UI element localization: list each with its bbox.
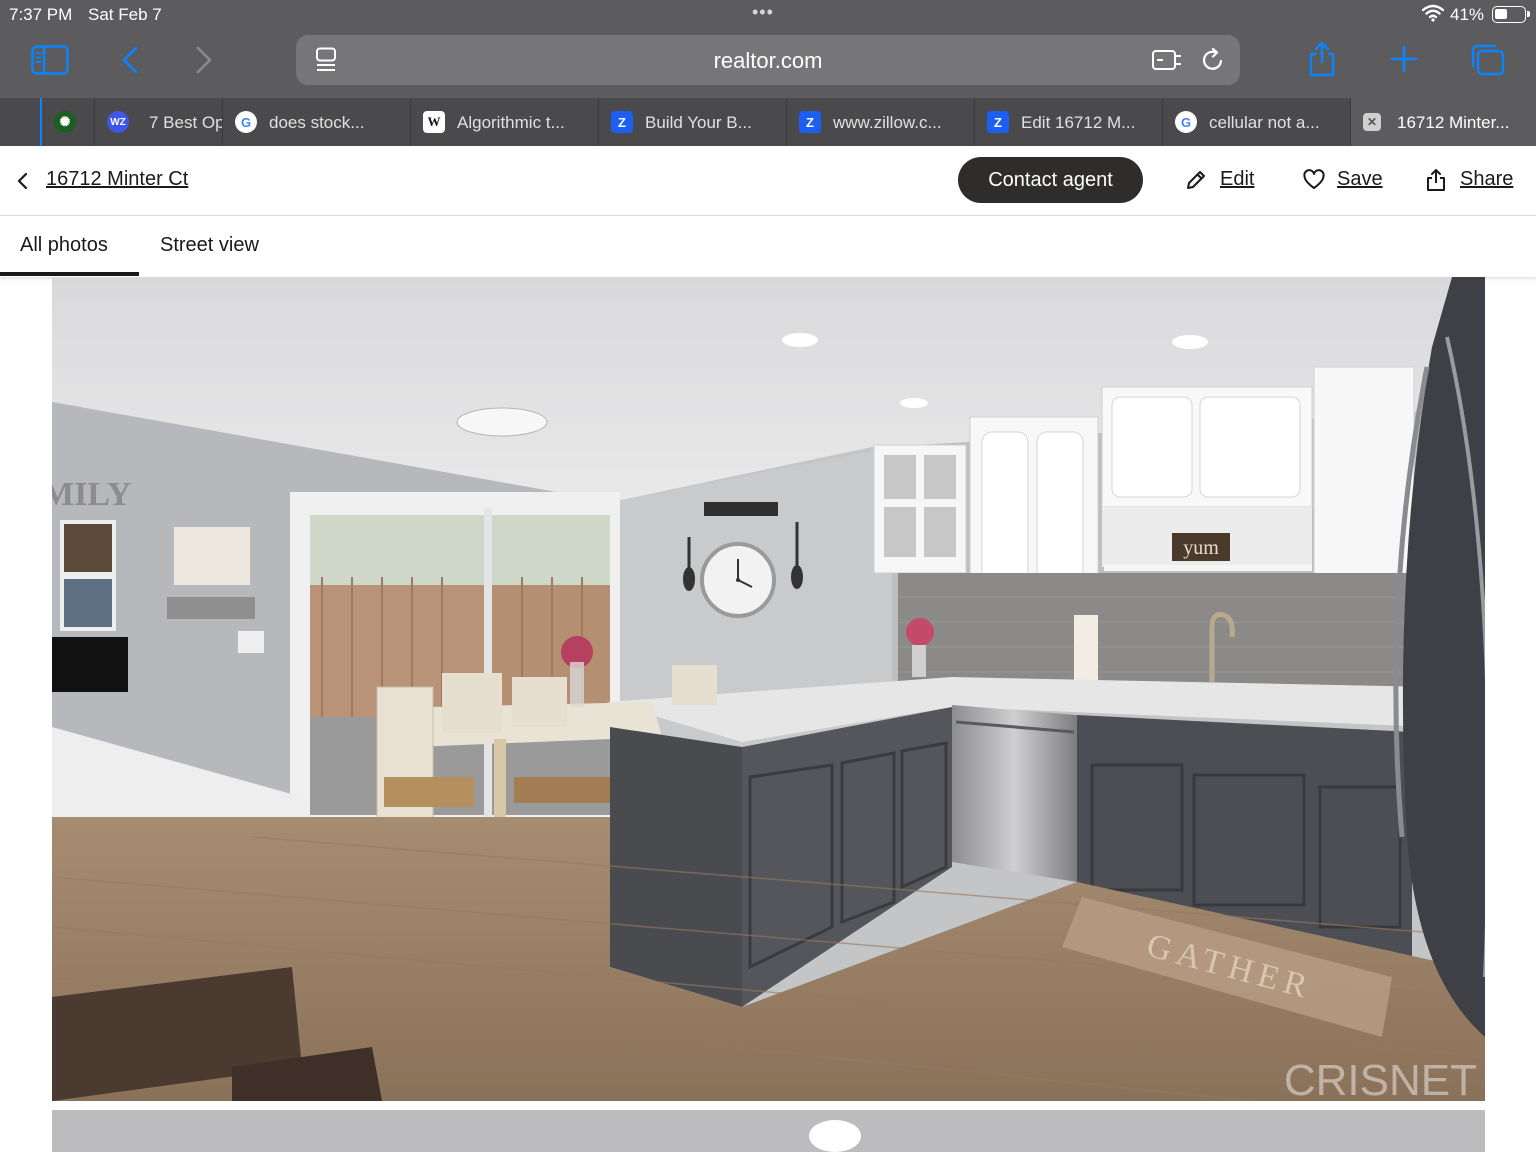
tab-all-photos[interactable]: All photos bbox=[20, 234, 108, 257]
tab-item[interactable]: Z www.zillow.c... bbox=[786, 98, 974, 146]
tab-item[interactable]: W Algorithmic t... bbox=[410, 98, 598, 146]
edit-button[interactable]: Edit bbox=[1220, 168, 1254, 191]
tab-label: does stock... bbox=[269, 113, 365, 132]
tab-item[interactable]: G cellular not a... bbox=[1162, 98, 1350, 146]
tab-label: www.zillow.c... bbox=[833, 113, 942, 132]
chevron-left-icon[interactable] bbox=[14, 170, 32, 192]
share-icon[interactable] bbox=[1306, 40, 1338, 78]
status-time: 7:37 PM bbox=[9, 5, 73, 24]
wifi-icon bbox=[1422, 4, 1444, 22]
tab-item[interactable]: WZ 7 Best Op bbox=[94, 98, 222, 146]
back-icon[interactable] bbox=[120, 45, 140, 75]
tab-label: Algorithmic t... bbox=[457, 113, 565, 132]
tab-label: Build Your B... bbox=[645, 113, 752, 132]
next-listing-photo[interactable] bbox=[52, 1110, 1485, 1152]
tab-item-active[interactable]: ✕ 16712 Minter... bbox=[1350, 98, 1536, 146]
share-button[interactable]: Share bbox=[1460, 168, 1513, 191]
listing-address-link[interactable]: 16712 Minter Ct bbox=[46, 168, 188, 191]
reload-icon[interactable] bbox=[1201, 47, 1225, 73]
heart-icon[interactable] bbox=[1302, 168, 1326, 192]
listing-header: 16712 Minter Ct Contact agent Edit Save … bbox=[0, 146, 1536, 216]
tab-item[interactable]: Z Edit 16712 M... bbox=[974, 98, 1162, 146]
save-button[interactable]: Save bbox=[1337, 168, 1383, 191]
status-bar: 7:37 PM Sat Feb 7 ••• 41% bbox=[0, 0, 1536, 30]
address-bar[interactable]: realtor.com bbox=[296, 35, 1240, 85]
battery-icon bbox=[1492, 6, 1530, 23]
photo-watermark: CRISNET bbox=[1284, 1056, 1477, 1101]
tab-label: 7 Best Op bbox=[149, 113, 222, 132]
tab-item[interactable]: G does stock... bbox=[222, 98, 410, 146]
new-tab-icon[interactable] bbox=[1390, 45, 1418, 73]
tab-item[interactable]: Z Build Your B... bbox=[598, 98, 786, 146]
tab-strip: ✺ WZ 7 Best Op G does stock... W Algorit… bbox=[0, 98, 1536, 146]
kitchen-photo: MILY yum GATHER CRISNET bbox=[52, 277, 1485, 1101]
next-photo-preview bbox=[52, 1110, 1485, 1152]
google-icon: G bbox=[235, 111, 257, 133]
active-tab-indicator bbox=[0, 272, 139, 276]
tab-label: Edit 16712 M... bbox=[1021, 113, 1136, 132]
sidebar-icon[interactable] bbox=[31, 45, 69, 75]
yum-sign: yum bbox=[1183, 537, 1219, 559]
contact-agent-button[interactable]: Contact agent bbox=[958, 157, 1143, 203]
share-icon[interactable] bbox=[1424, 168, 1448, 192]
browser-chrome: 7:37 PM Sat Feb 7 ••• 41% realtor.com ✺ … bbox=[0, 0, 1536, 146]
wall-lettering: MILY bbox=[52, 476, 131, 513]
tab-label: cellular not a... bbox=[1209, 113, 1320, 132]
zillow-icon: Z bbox=[611, 111, 633, 133]
tabs-overview-icon[interactable] bbox=[1470, 43, 1506, 77]
battery-percent: 41% bbox=[1450, 5, 1485, 24]
tab-overflow[interactable] bbox=[0, 98, 40, 146]
wz-icon: WZ bbox=[107, 111, 129, 133]
photo-tabs: All photos Street view bbox=[0, 216, 1536, 277]
pencil-icon[interactable] bbox=[1184, 168, 1208, 192]
zillow-icon: Z bbox=[799, 111, 821, 133]
status-date: Sat Feb 7 bbox=[88, 5, 162, 24]
url-text[interactable]: realtor.com bbox=[296, 48, 1240, 74]
leaf-icon: ✺ bbox=[54, 111, 76, 133]
google-icon: G bbox=[1175, 111, 1197, 133]
multitasking-dots[interactable]: ••• bbox=[752, 2, 774, 23]
forward-icon[interactable] bbox=[194, 45, 214, 75]
tab-label: 16712 Minter... bbox=[1397, 113, 1510, 132]
reader-extension-icon[interactable] bbox=[1151, 48, 1183, 72]
tab-item[interactable]: ✺ bbox=[40, 98, 94, 146]
close-icon[interactable]: ✕ bbox=[1363, 113, 1381, 131]
listing-photo[interactable]: MILY yum GATHER CRISNET bbox=[52, 277, 1485, 1101]
wikipedia-icon: W bbox=[423, 111, 445, 133]
tab-street-view[interactable]: Street view bbox=[160, 234, 259, 257]
zillow-icon: Z bbox=[987, 111, 1009, 133]
